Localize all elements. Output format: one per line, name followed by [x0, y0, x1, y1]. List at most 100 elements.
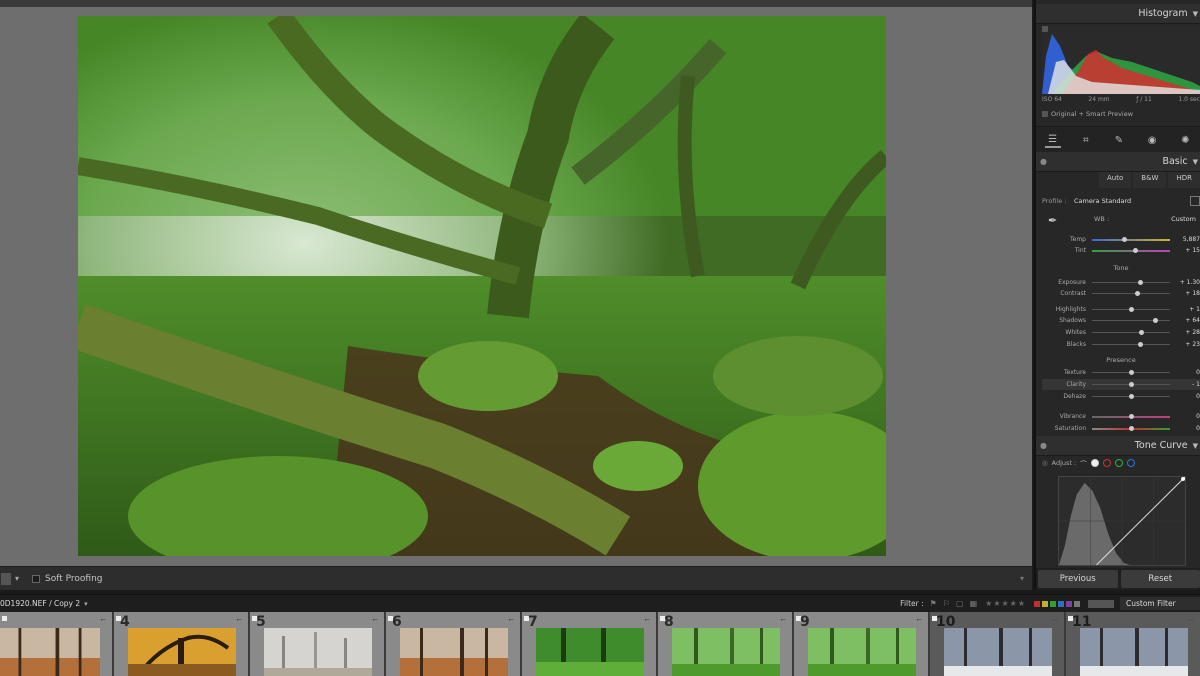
color-label-chip[interactable] — [1042, 600, 1048, 607]
slider-whites[interactable]: Whites + 28 — [1042, 327, 1200, 338]
hdr-button[interactable]: HDR — [1168, 172, 1200, 188]
custom-filter-select[interactable]: Custom Filter — [1120, 597, 1200, 610]
color-label-chip[interactable] — [1050, 600, 1056, 607]
slider-value-dehaze[interactable]: 0 — [1196, 393, 1200, 400]
filmstrip-thumbnail[interactable]: 5 ⌐ — [250, 612, 386, 676]
filmstrip-thumbnail[interactable]: 4 ⌐ — [114, 612, 250, 676]
slider-clarity[interactable]: Clarity - 1 — [1042, 379, 1200, 390]
slider-dehaze[interactable]: Dehaze 0 — [1042, 391, 1200, 402]
collapse-triangle-icon[interactable]: ▼ — [1193, 158, 1198, 166]
filmstrip-thumbnail[interactable]: ⌐ — [0, 612, 114, 676]
slider-value-clarity[interactable]: - 1 — [1192, 381, 1200, 388]
slider-knob-texture[interactable] — [1128, 370, 1134, 375]
parametric-curve-icon[interactable]: ⌒ — [1080, 458, 1087, 468]
chevron-down-icon[interactable]: ▾ — [15, 574, 19, 583]
eyedropper-icon[interactable]: ✒ — [1048, 214, 1057, 227]
thumbnail-image[interactable] — [536, 628, 644, 676]
thumbnail-image[interactable] — [128, 628, 236, 676]
chevron-down-icon[interactable]: ▾ — [84, 600, 88, 608]
slider-knob-temp[interactable] — [1122, 237, 1128, 242]
basic-header[interactable]: ● Basic ▼ — [1036, 152, 1200, 172]
flag-filter-icon[interactable]: ⚑ — [930, 599, 937, 608]
flag-icon[interactable] — [2, 616, 7, 621]
slider-tint[interactable]: Tint + 15 — [1042, 245, 1200, 256]
red-channel-icon[interactable] — [1102, 459, 1111, 467]
slider-blacks[interactable]: Blacks + 23 — [1042, 339, 1200, 350]
grid-filter-icon[interactable]: ▦ — [970, 599, 978, 608]
file-name-path[interactable]: 0D1920.NEF / Copy 2 — [0, 599, 80, 608]
color-label-chip[interactable] — [1034, 600, 1040, 607]
auto-button[interactable]: Auto — [1099, 172, 1132, 188]
masking-icon[interactable]: ✺ — [1177, 132, 1193, 148]
profile-select[interactable]: Camera Standard — [1074, 197, 1131, 205]
slider-contrast[interactable]: Contrast + 18 — [1042, 288, 1200, 299]
filmstrip-thumbnail[interactable]: 7 ⌐ — [522, 612, 658, 676]
visibility-eye-icon[interactable]: ● — [1040, 441, 1047, 450]
slider-knob-saturation[interactable] — [1128, 426, 1134, 431]
filter-lock-icon[interactable] — [1088, 599, 1114, 608]
slider-value-tint[interactable]: + 15 — [1185, 247, 1200, 254]
thumbnail-image[interactable] — [672, 628, 780, 676]
slider-knob-blacks[interactable] — [1137, 342, 1143, 347]
slider-knob-shadows[interactable] — [1153, 318, 1159, 323]
tone-curve-graph[interactable] — [1058, 476, 1186, 566]
red-eye-icon[interactable]: ◉ — [1144, 132, 1160, 148]
thumbnail-image[interactable] — [808, 628, 916, 676]
thumbnail-image[interactable] — [400, 628, 508, 676]
profile-browser-icon[interactable] — [1190, 196, 1200, 206]
crop-icon[interactable]: ⌗ — [1078, 132, 1094, 148]
slider-value-whites[interactable]: + 28 — [1185, 329, 1200, 336]
filmstrip-thumbnail[interactable]: 8 ⌐ — [658, 612, 794, 676]
slider-texture[interactable]: Texture 0 — [1042, 367, 1200, 378]
view-mode-icon[interactable] — [1, 572, 11, 585]
collapse-triangle-icon[interactable]: ▼ — [1193, 442, 1198, 450]
color-label-chip[interactable] — [1066, 600, 1072, 607]
slider-knob-contrast[interactable] — [1134, 291, 1140, 296]
slider-knob-highlights[interactable] — [1128, 307, 1134, 312]
thumbnail-image[interactable] — [264, 628, 372, 676]
color-label-chip[interactable] — [1058, 600, 1064, 607]
blue-channel-icon[interactable] — [1126, 459, 1135, 467]
unflag-filter-icon[interactable]: ⚐ — [943, 599, 950, 608]
bw-button[interactable]: B&W — [1133, 172, 1167, 188]
slider-track-whites[interactable] — [1092, 332, 1170, 333]
histogram-header[interactable]: Histogram ▼ — [1036, 4, 1200, 24]
slider-knob-dehaze[interactable] — [1128, 394, 1134, 399]
reset-button[interactable]: Reset — [1120, 570, 1200, 588]
slider-value-blacks[interactable]: + 23 — [1185, 341, 1200, 348]
slider-track-contrast[interactable] — [1092, 293, 1170, 294]
soft-proofing-checkbox[interactable] — [32, 574, 41, 583]
slider-saturation[interactable]: Saturation 0 — [1042, 423, 1200, 434]
slider-value-temp[interactable]: 5,887 — [1183, 236, 1200, 243]
slider-knob-whites[interactable] — [1139, 330, 1145, 335]
visibility-eye-icon[interactable]: ● — [1040, 157, 1047, 166]
target-adjust-icon[interactable]: ◎ — [1042, 459, 1048, 467]
toolbar-chevron-icon[interactable]: ▾ — [1020, 574, 1024, 583]
slider-track-blacks[interactable] — [1092, 344, 1170, 345]
star-filter[interactable]: ★★★★★ — [985, 599, 1026, 608]
slider-knob-clarity[interactable] — [1128, 382, 1134, 387]
slider-vibrance[interactable]: Vibrance 0 — [1042, 411, 1200, 422]
tone-curve-header[interactable]: ● Tone Curve ▼ — [1036, 436, 1200, 456]
slider-highlights[interactable]: Highlights + 1 — [1042, 304, 1200, 315]
healing-icon[interactable]: ✎ — [1111, 132, 1127, 148]
thumbnail-image[interactable] — [1080, 628, 1188, 676]
slider-value-shadows[interactable]: + 64 — [1185, 317, 1200, 324]
slider-shadows[interactable]: Shadows + 64 — [1042, 315, 1200, 326]
color-label-chip[interactable] — [1074, 600, 1080, 607]
previous-button[interactable]: Previous — [1038, 570, 1118, 588]
slider-knob-exposure[interactable] — [1137, 280, 1143, 285]
slider-value-saturation[interactable]: 0 — [1196, 425, 1200, 432]
reject-filter-icon[interactable]: ▢ — [956, 599, 964, 608]
slider-knob-vibrance[interactable] — [1128, 414, 1134, 419]
green-channel-icon[interactable] — [1114, 459, 1123, 467]
rgb-channel-icon[interactable] — [1090, 459, 1099, 467]
slider-value-exposure[interactable]: + 1.30 — [1180, 279, 1200, 286]
slider-value-contrast[interactable]: + 18 — [1185, 290, 1200, 297]
slider-value-highlights[interactable]: + 1 — [1189, 306, 1200, 313]
thumbnail-image[interactable] — [0, 628, 100, 676]
collapse-triangle-icon[interactable]: ▼ — [1193, 10, 1198, 18]
filmstrip-thumbnail[interactable]: 6 ⌐ — [386, 612, 522, 676]
slider-exposure[interactable]: Exposure + 1.30 — [1042, 277, 1200, 288]
thumbnail-image[interactable] — [944, 628, 1052, 676]
